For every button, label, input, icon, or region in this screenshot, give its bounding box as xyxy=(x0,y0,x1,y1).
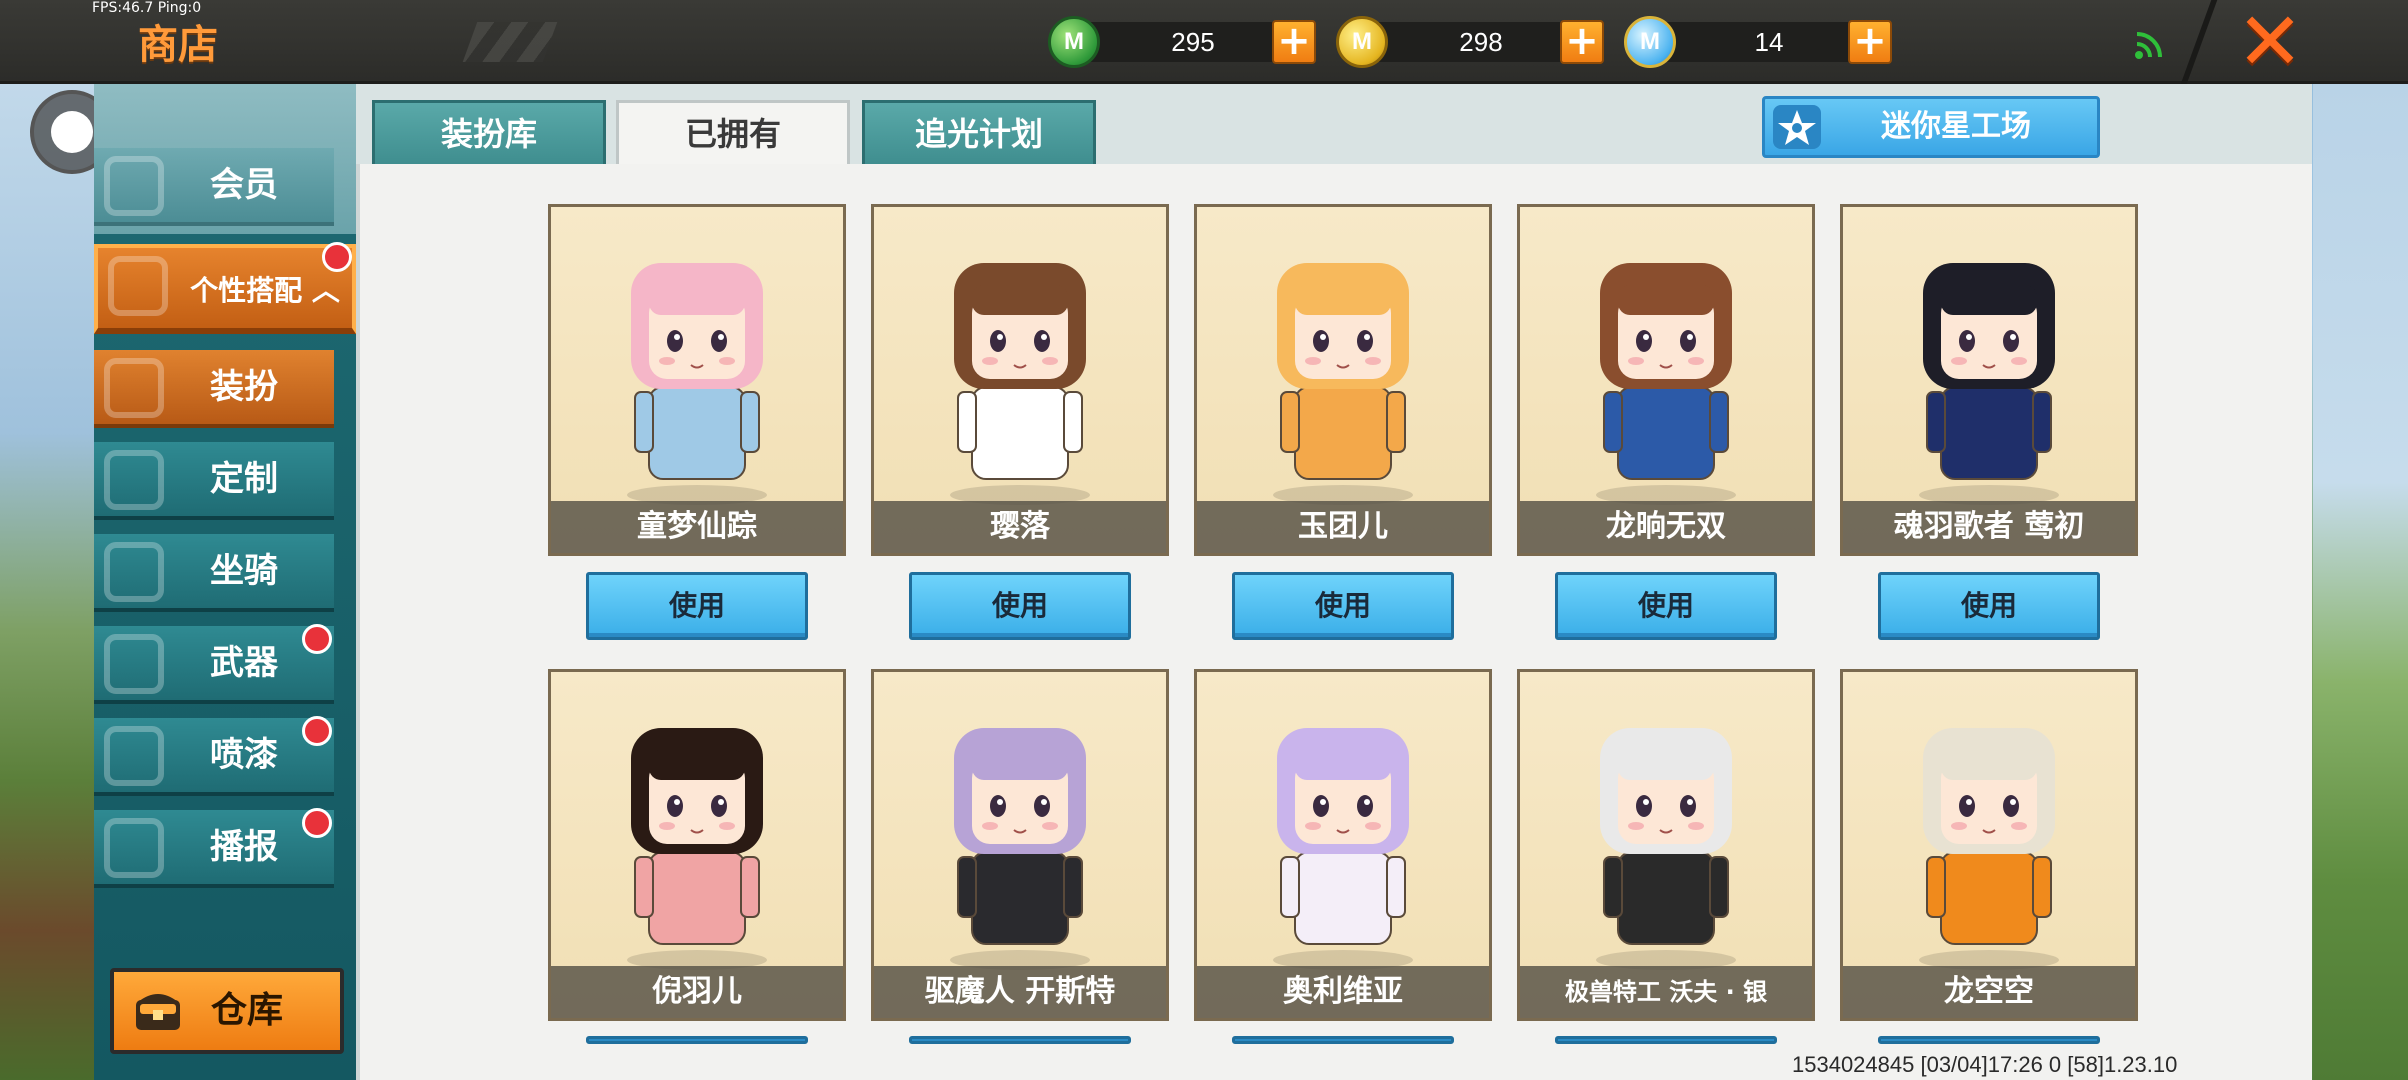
costume-name: 奥利维亚 xyxy=(1197,966,1489,1018)
spray-can-icon xyxy=(104,726,164,786)
character-figure xyxy=(597,237,797,511)
tab-chase-light[interactable]: 追光计划 xyxy=(862,100,1096,164)
costume-name: 玉团儿 xyxy=(1197,501,1489,553)
close-icon[interactable]: ✕ xyxy=(2232,2,2308,82)
character-figure xyxy=(1243,237,1443,511)
costume-name: 璎落 xyxy=(874,501,1166,553)
broadcast-icon xyxy=(104,818,164,878)
character-figure xyxy=(597,702,797,976)
notification-dot xyxy=(302,808,332,838)
character-figure xyxy=(920,702,1120,976)
member-icon xyxy=(104,156,164,216)
shirt-icon xyxy=(104,358,164,418)
use-button[interactable]: 使用 xyxy=(586,572,808,640)
world-background-left xyxy=(0,84,95,1080)
costume-card[interactable]: 璎落 xyxy=(871,204,1169,556)
tab-owned[interactable]: 已拥有 xyxy=(616,100,850,164)
use-button[interactable]: 使用 xyxy=(586,1036,808,1044)
currency-value: 295 xyxy=(1171,27,1215,57)
sidebar: 会员 个性搭配 ︿ 装扮 定制 坐骑 武器 喷漆 播报 仓库 xyxy=(94,84,356,1080)
character-figure xyxy=(1243,702,1443,976)
tab-dress-library[interactable]: 装扮库 xyxy=(372,100,606,164)
sidebar-item-personal[interactable]: 个性搭配 ︿ xyxy=(94,244,356,334)
chest-icon xyxy=(136,994,180,1030)
character-figure xyxy=(1889,237,2089,511)
top-bar: FPS:46.7 Ping:0 商店 M 295 + M 298 + M 14 … xyxy=(0,0,2408,84)
stripe-decoration xyxy=(462,22,558,62)
character-figure xyxy=(920,237,1120,511)
green-m-coin-icon: M xyxy=(1048,16,1100,68)
currency-value: 298 xyxy=(1459,27,1503,57)
costume-name: 魂羽歌者 莺初 xyxy=(1843,501,2135,553)
costume-card[interactable]: 奥利维亚 xyxy=(1194,669,1492,1021)
notification-dot xyxy=(302,716,332,746)
costume-name: 龙空空 xyxy=(1843,966,2135,1018)
use-button[interactable]: 使用 xyxy=(1878,1036,2100,1044)
costume-card[interactable]: 驱魔人 开斯特 xyxy=(871,669,1169,1021)
costume-name: 龙晌无双 xyxy=(1520,501,1812,553)
costume-card[interactable]: 极兽特工 沃夫 · 银 xyxy=(1517,669,1815,1021)
character-figure xyxy=(1566,702,1766,976)
signal-icon xyxy=(2135,32,2162,59)
sidebar-item-mount[interactable]: 坐骑 xyxy=(94,534,334,612)
use-button[interactable]: 使用 xyxy=(1232,572,1454,640)
add-green-coin-button[interactable]: + xyxy=(1272,20,1316,64)
costume-name: 极兽特工 沃夫 · 银 xyxy=(1520,966,1812,1018)
add-blue-coin-button[interactable]: + xyxy=(1848,20,1892,64)
warehouse-button[interactable]: 仓库 xyxy=(110,968,344,1054)
sidebar-item-member[interactable]: 会员 xyxy=(94,148,334,226)
page-title: 商店 xyxy=(138,22,218,68)
costume-name: 驱魔人 开斯特 xyxy=(874,966,1166,1018)
trophy-icon xyxy=(108,256,168,316)
costume-name: 倪羽儿 xyxy=(551,966,843,1018)
add-gold-coin-button[interactable]: + xyxy=(1560,20,1604,64)
mount-icon xyxy=(104,542,164,602)
chevron-up-icon: ︿ xyxy=(311,274,340,307)
gold-m-coin-icon: M xyxy=(1336,16,1388,68)
use-button[interactable]: 使用 xyxy=(909,572,1131,640)
use-button[interactable]: 使用 xyxy=(1232,1036,1454,1044)
use-button[interactable]: 使用 xyxy=(1555,1036,1777,1044)
gun-icon xyxy=(104,634,164,694)
costume-card[interactable]: 魂羽歌者 莺初 xyxy=(1840,204,2138,556)
costume-card[interactable]: 龙晌无双 xyxy=(1517,204,1815,556)
divider xyxy=(2180,0,2218,84)
costume-card[interactable]: 玉团儿 xyxy=(1194,204,1492,556)
costume-card[interactable]: 童梦仙踪 xyxy=(548,204,846,556)
sidebar-item-dress[interactable]: 装扮 xyxy=(94,350,334,428)
use-button[interactable]: 使用 xyxy=(1878,572,2100,640)
star-icon xyxy=(1773,105,1821,149)
sidebar-item-broadcast[interactable]: 播报 xyxy=(94,810,334,888)
sidebar-item-weapon[interactable]: 武器 xyxy=(94,626,334,704)
notification-dot xyxy=(322,242,352,272)
pencil-icon xyxy=(104,450,164,510)
world-background-right xyxy=(2313,84,2408,1080)
sidebar-item-custom[interactable]: 定制 xyxy=(94,442,334,520)
notification-dot xyxy=(302,624,332,654)
use-button[interactable]: 使用 xyxy=(909,1036,1131,1044)
sidebar-item-spray[interactable]: 喷漆 xyxy=(94,718,334,796)
costume-card[interactable]: 龙空空 xyxy=(1840,669,2138,1021)
mini-workshop-button[interactable]: 迷你星工场 xyxy=(1762,96,2100,158)
character-figure xyxy=(1889,702,2089,976)
costume-name: 童梦仙踪 xyxy=(551,501,843,553)
blue-m-coin-icon: M xyxy=(1624,16,1676,68)
costume-card[interactable]: 倪羽儿 xyxy=(548,669,846,1021)
character-figure xyxy=(1566,237,1766,511)
build-info: 1534024845 [03/04]17:26 0 [58]1.23.10 xyxy=(1792,1052,2178,1077)
currency-value: 14 xyxy=(1754,27,1784,57)
use-button[interactable]: 使用 xyxy=(1555,572,1777,640)
